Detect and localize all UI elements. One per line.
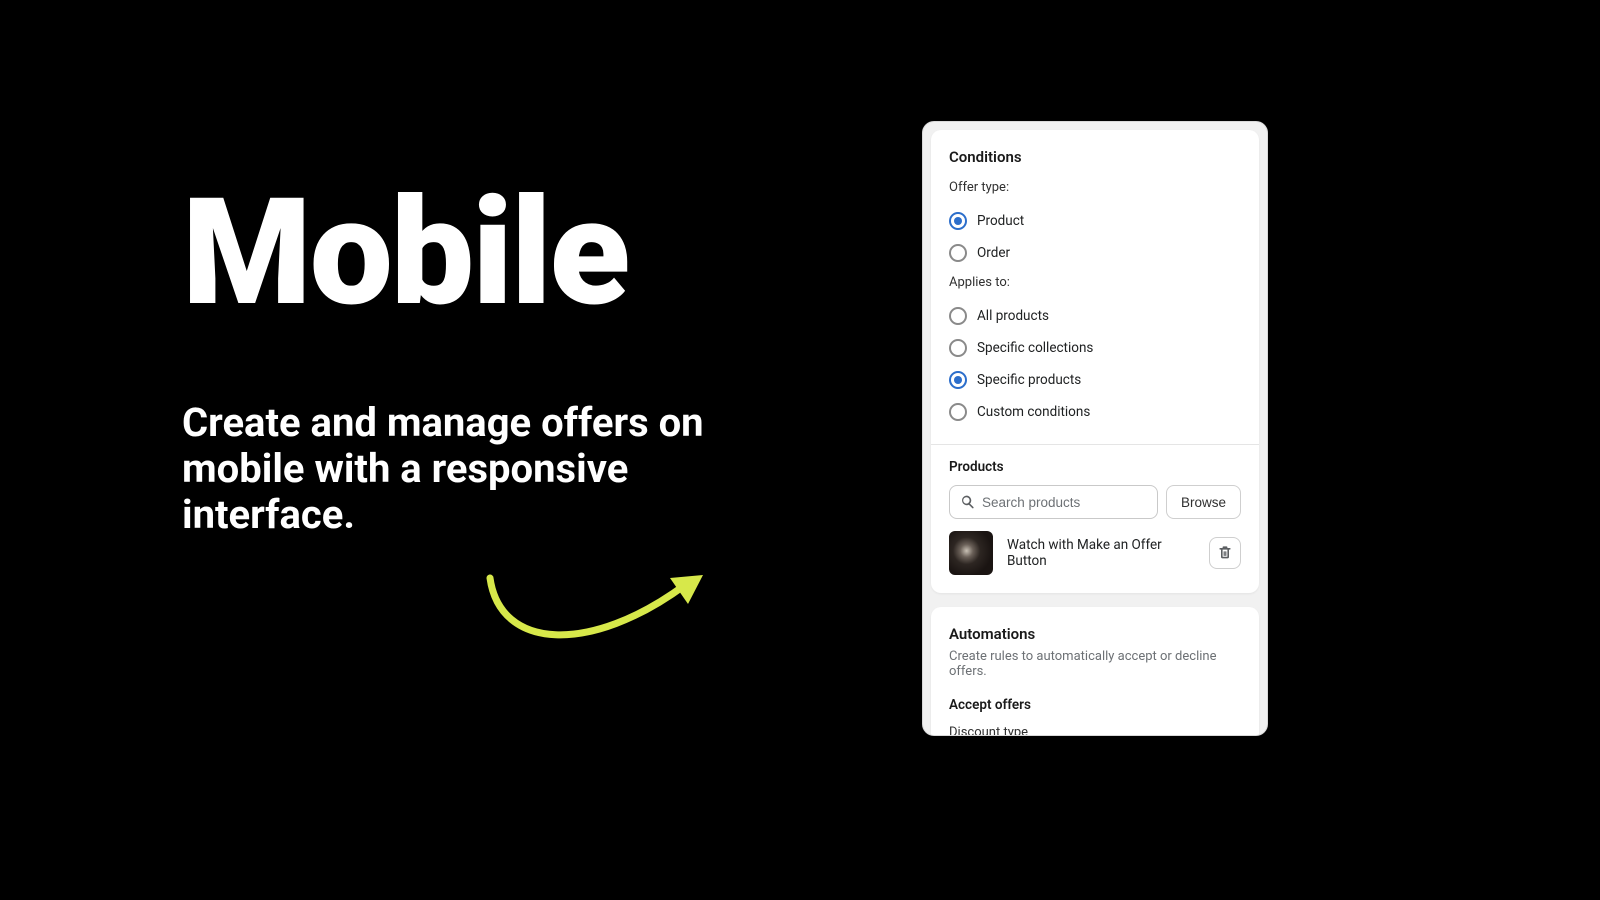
radio-label: Custom conditions (977, 404, 1090, 420)
discount-type-label: Discount type (949, 725, 1241, 736)
accept-offers-heading: Accept offers (949, 697, 1241, 713)
radio-label: Specific products (977, 372, 1081, 388)
product-search-input[interactable] (982, 495, 1147, 510)
automations-card: Automations Create rules to automaticall… (931, 607, 1259, 736)
mobile-settings-panel: Conditions Offer type: Product Order App… (922, 121, 1268, 736)
radio-icon (949, 339, 967, 357)
product-name: Watch with Make an Offer Button (1007, 537, 1195, 569)
radio-offer-order[interactable]: Order (949, 237, 1241, 269)
radio-icon (949, 212, 967, 230)
products-heading: Products (949, 459, 1241, 475)
radio-applies-specific-products[interactable]: Specific products (949, 364, 1241, 396)
radio-label: All products (977, 308, 1049, 324)
conditions-title: Conditions (949, 148, 1241, 166)
trash-icon (1217, 544, 1233, 563)
radio-offer-product[interactable]: Product (949, 205, 1241, 237)
automations-title: Automations (949, 625, 1241, 643)
radio-label: Product (977, 213, 1024, 229)
remove-product-button[interactable] (1209, 537, 1241, 569)
product-thumbnail (949, 531, 993, 575)
hero-subtitle: Create and manage offers on mobile with … (182, 400, 802, 538)
arrow-icon (470, 560, 720, 674)
hero-title: Mobile (182, 180, 802, 328)
radio-label: Order (977, 245, 1010, 261)
browse-button[interactable]: Browse (1166, 485, 1241, 519)
offer-type-label: Offer type: (949, 180, 1241, 195)
applies-to-label: Applies to: (949, 275, 1241, 290)
radio-applies-specific-collections[interactable]: Specific collections (949, 332, 1241, 364)
radio-icon (949, 403, 967, 421)
search-icon (960, 494, 976, 510)
conditions-card: Conditions Offer type: Product Order App… (931, 130, 1259, 593)
radio-applies-custom-conditions[interactable]: Custom conditions (949, 396, 1241, 428)
radio-label: Specific collections (977, 340, 1093, 356)
automations-description: Create rules to automatically accept or … (949, 649, 1241, 679)
product-search-field[interactable] (949, 485, 1158, 519)
radio-icon (949, 371, 967, 389)
radio-icon (949, 307, 967, 325)
product-list-item: Watch with Make an Offer Button (949, 531, 1241, 575)
radio-icon (949, 244, 967, 262)
radio-applies-all-products[interactable]: All products (949, 300, 1241, 332)
